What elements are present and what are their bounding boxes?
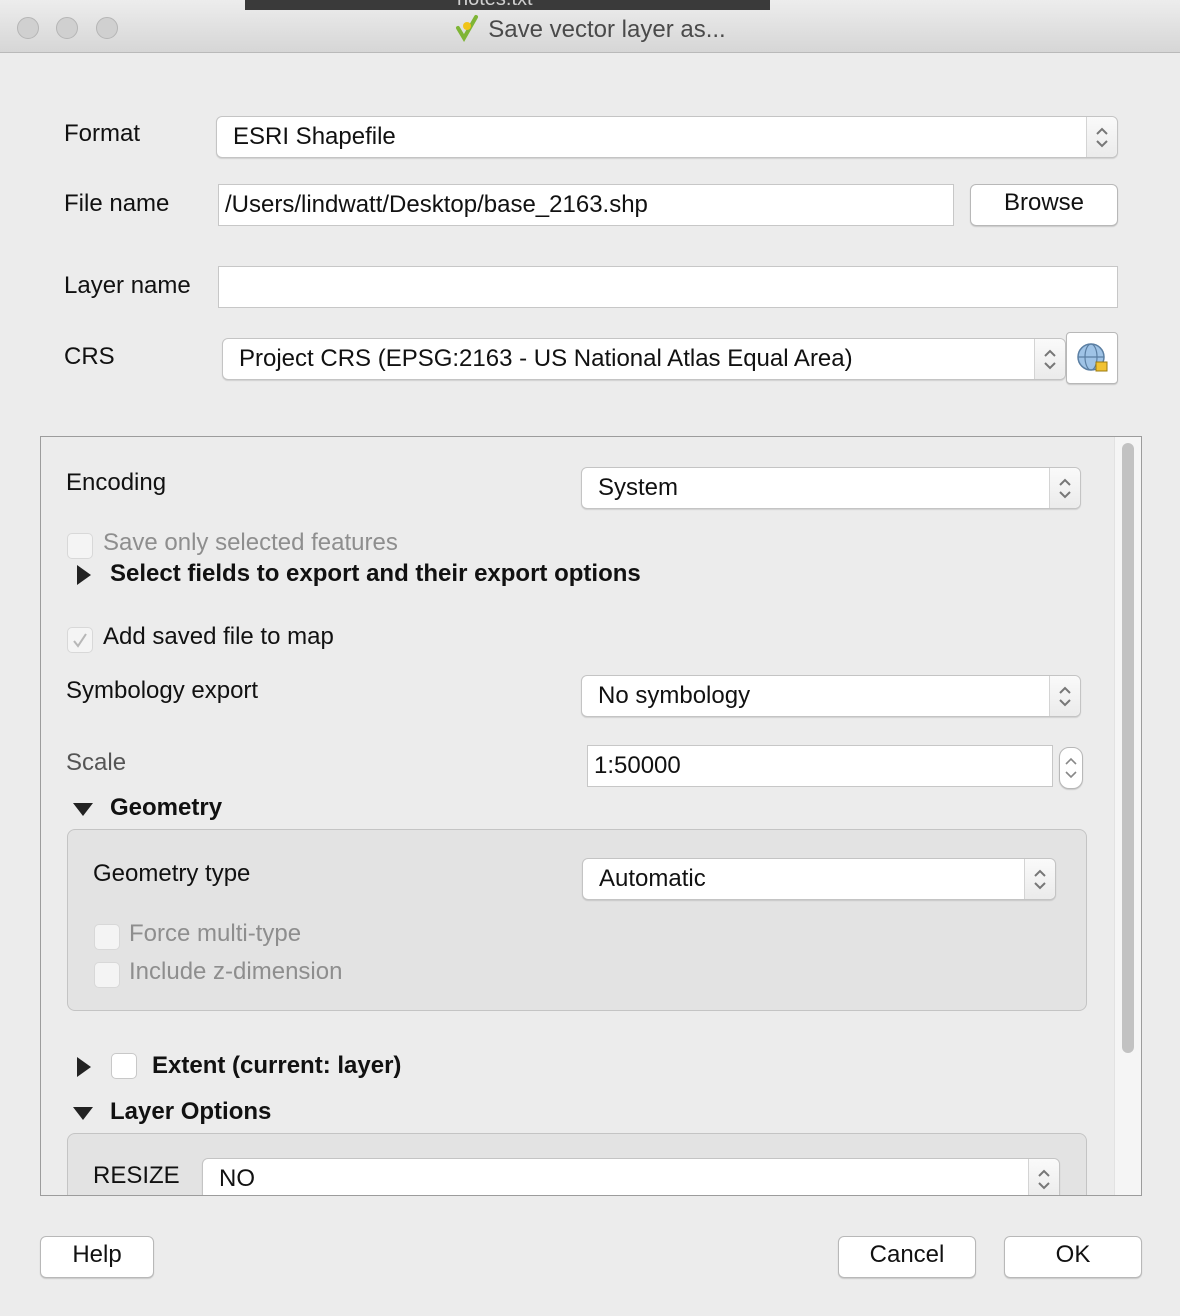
layer-name-input[interactable] xyxy=(218,266,1118,308)
force-multi-checkbox[interactable] xyxy=(94,924,120,950)
resize-label: RESIZE xyxy=(93,1162,180,1189)
updown-arrows-icon xyxy=(1086,117,1117,157)
format-value: ESRI Shapefile xyxy=(233,123,396,150)
scale-stepper[interactable] xyxy=(1059,747,1083,789)
symbology-select[interactable]: No symbology xyxy=(581,675,1081,717)
crs-value: Project CRS (EPSG:2163 - US National Atl… xyxy=(239,345,853,372)
scale-input[interactable]: 1:50000 xyxy=(587,745,1053,787)
window-title: Save vector layer as... xyxy=(0,14,1180,44)
updown-arrows-icon xyxy=(1024,859,1055,899)
encoding-label: Encoding xyxy=(66,469,167,496)
format-select[interactable]: ESRI Shapefile xyxy=(216,116,1118,158)
window-title-text: Save vector layer as... xyxy=(488,16,726,43)
ok-button-label: OK xyxy=(1055,1241,1091,1268)
help-button-label: Help xyxy=(72,1241,122,1268)
checkmark-icon xyxy=(73,633,87,648)
browse-button-label: Browse xyxy=(1003,189,1085,216)
options-panel: Encoding System Save only selected featu… xyxy=(40,436,1142,1196)
include-z-checkbox[interactable] xyxy=(94,962,120,988)
expand-arrow-icon[interactable] xyxy=(77,1057,91,1077)
file-name-label: File name xyxy=(64,190,170,217)
symbology-value: No symbology xyxy=(598,682,751,709)
add-to-map-checkbox[interactable] xyxy=(67,627,93,653)
layer-name-label: Layer name xyxy=(64,272,191,299)
geometry-group: Geometry type Automatic Force multi-type… xyxy=(67,829,1087,1011)
resize-select[interactable]: NO xyxy=(202,1158,1060,1195)
vertical-scrollbar[interactable] xyxy=(1114,437,1141,1195)
geometry-section-title[interactable]: Geometry xyxy=(110,794,222,822)
collapse-arrow-icon[interactable] xyxy=(73,1107,93,1120)
qgis-logo-icon xyxy=(454,14,480,42)
select-fields-section[interactable]: Select fields to export and their export… xyxy=(110,560,641,588)
updown-arrows-icon xyxy=(1049,676,1080,716)
geometry-type-value: Automatic xyxy=(599,865,706,892)
updown-arrows-icon xyxy=(1065,757,1077,779)
scale-label: Scale xyxy=(66,749,127,776)
save-selected-label: Save only selected features xyxy=(103,529,398,556)
encoding-value: System xyxy=(598,474,679,501)
cancel-button-label: Cancel xyxy=(869,1241,945,1268)
file-name-value: /Users/lindwatt/Desktop/base_2163.shp xyxy=(225,191,648,218)
updown-arrows-icon xyxy=(1034,339,1065,379)
save-selected-checkbox[interactable] xyxy=(67,533,93,559)
force-multi-label: Force multi-type xyxy=(129,920,302,947)
geometry-type-select[interactable]: Automatic xyxy=(582,858,1056,900)
updown-arrows-icon xyxy=(1049,468,1080,508)
add-to-map-label: Add saved file to map xyxy=(103,623,334,650)
layer-options-group: RESIZE NO xyxy=(67,1133,1087,1195)
collapse-arrow-icon[interactable] xyxy=(73,803,93,816)
include-z-label: Include z-dimension xyxy=(129,958,343,985)
updown-arrows-icon xyxy=(1028,1159,1059,1195)
scale-value: 1:50000 xyxy=(594,752,681,779)
encoding-select[interactable]: System xyxy=(581,467,1081,509)
background-window-tab: notes.txt xyxy=(245,0,770,10)
ok-button[interactable]: OK xyxy=(1004,1236,1142,1278)
help-button[interactable]: Help xyxy=(40,1236,154,1278)
select-crs-button[interactable] xyxy=(1066,332,1118,384)
crs-select[interactable]: Project CRS (EPSG:2163 - US National Atl… xyxy=(222,338,1066,380)
symbology-label: Symbology export xyxy=(66,677,259,704)
resize-value: NO xyxy=(219,1165,255,1192)
extent-checkbox[interactable] xyxy=(111,1053,137,1079)
format-label: Format xyxy=(64,120,141,147)
crs-label: CRS xyxy=(64,343,115,370)
layer-options-section-title[interactable]: Layer Options xyxy=(110,1098,271,1126)
extent-section-title[interactable]: Extent (current: layer) xyxy=(152,1052,401,1080)
scrollbar-thumb[interactable] xyxy=(1122,443,1134,1053)
expand-arrow-icon[interactable] xyxy=(77,565,91,585)
geometry-type-label: Geometry type xyxy=(93,860,251,887)
browse-button[interactable]: Browse xyxy=(970,184,1118,226)
file-name-input[interactable]: /Users/lindwatt/Desktop/base_2163.shp xyxy=(218,184,954,226)
cancel-button[interactable]: Cancel xyxy=(838,1236,976,1278)
globe-crs-icon xyxy=(1077,343,1108,372)
